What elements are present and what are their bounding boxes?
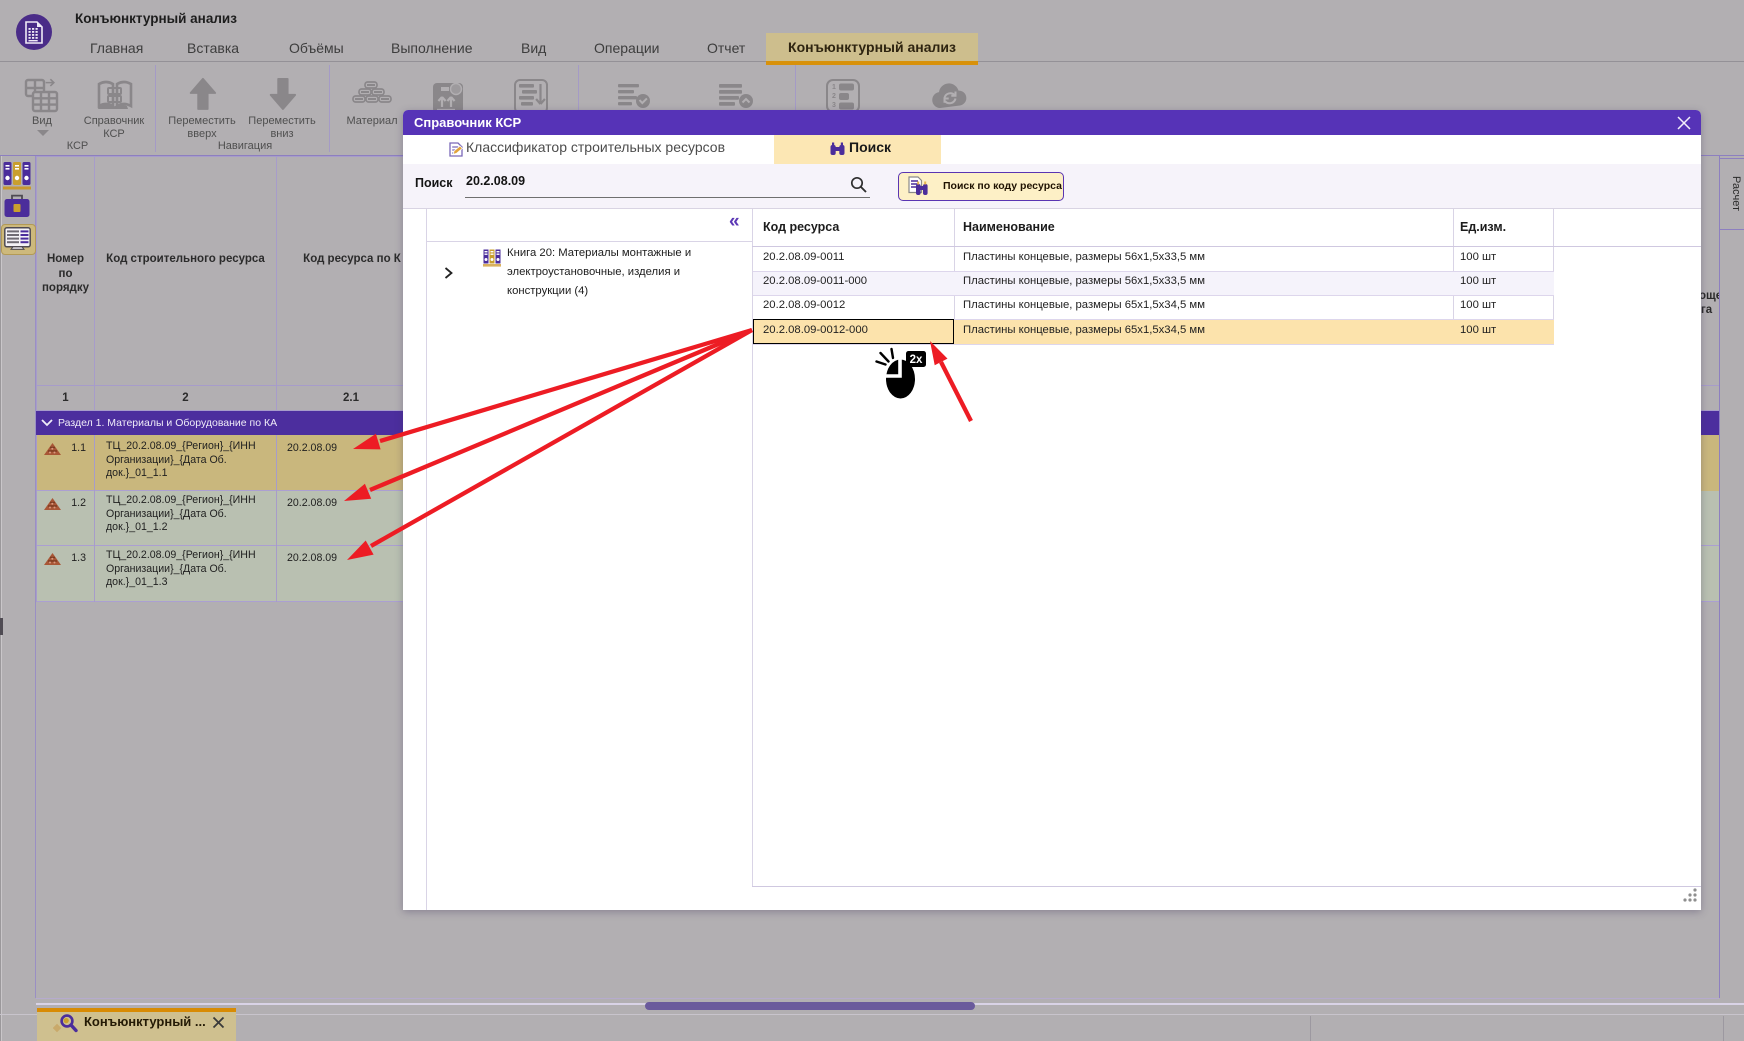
svg-text:2x: 2x [910, 354, 923, 366]
